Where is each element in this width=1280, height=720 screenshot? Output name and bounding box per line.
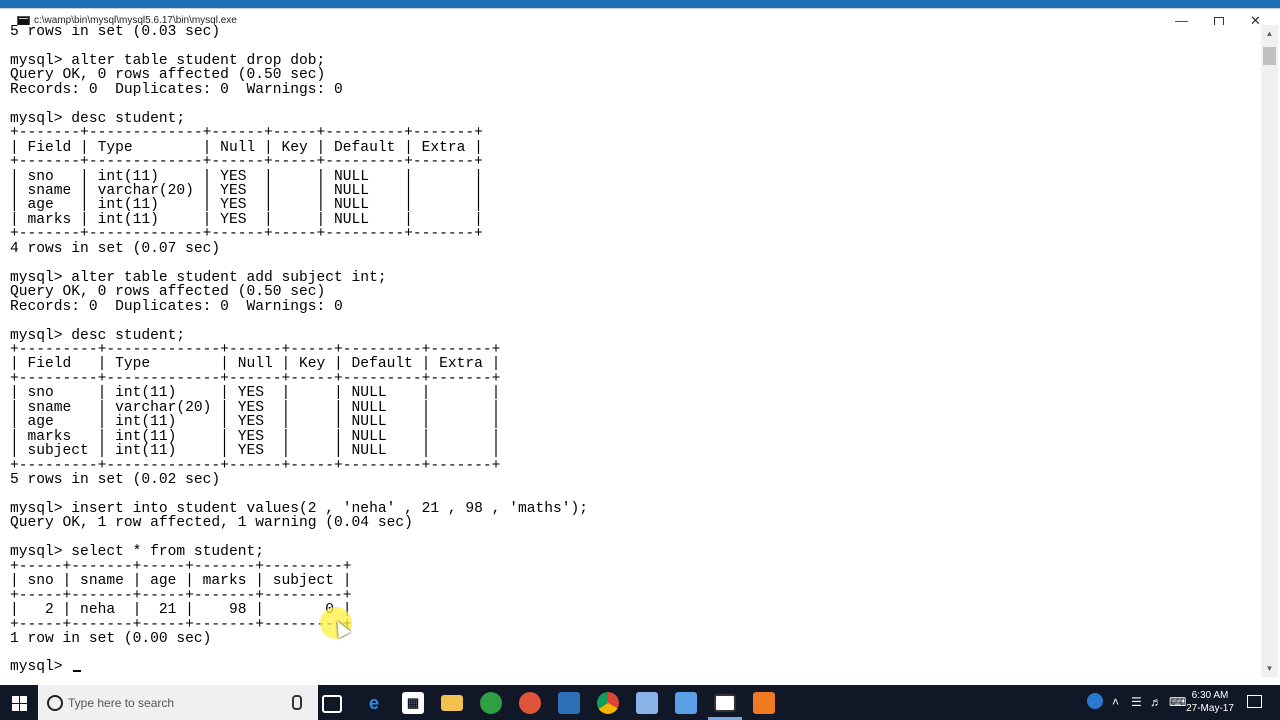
search-placeholder: Type here to search: [68, 696, 175, 710]
scroll-down-arrow-icon[interactable]: ▼: [1261, 660, 1278, 677]
vertical-scrollbar[interactable]: ▲ ▼: [1261, 25, 1278, 677]
system-clock[interactable]: 6:30 AM 27-May-17: [1186, 689, 1234, 715]
cortana-icon: [47, 695, 63, 711]
visual-studio-icon[interactable]: [558, 692, 580, 714]
edge-icon[interactable]: e: [363, 692, 385, 714]
file-explorer-icon[interactable]: [441, 695, 463, 711]
paint-icon[interactable]: [753, 692, 775, 714]
text-cursor: [73, 670, 82, 672]
app-icon[interactable]: [519, 692, 541, 714]
console-prompt[interactable]: mysql>: [10, 659, 82, 675]
taskbar-search[interactable]: Type here to search: [38, 685, 318, 720]
xbox-icon[interactable]: [480, 692, 502, 714]
pen-icon[interactable]: [675, 692, 697, 714]
volume-icon[interactable]: ♬: [1150, 695, 1162, 709]
clock-time: 6:30 AM: [1191, 690, 1229, 701]
chevron-up-icon[interactable]: ˄: [1112, 695, 1119, 709]
desktop-background: [0, 0, 1280, 8]
store-icon[interactable]: ▦: [402, 692, 424, 714]
windows-logo-icon: [12, 696, 19, 703]
box-icon[interactable]: [636, 692, 658, 714]
language-icon[interactable]: ⌨: [1169, 695, 1186, 709]
microphone-icon[interactable]: [292, 695, 302, 710]
scroll-up-arrow-icon[interactable]: ▲: [1261, 25, 1278, 42]
scroll-thumb[interactable]: [1263, 47, 1276, 65]
chrome-icon[interactable]: [597, 692, 619, 714]
action-center-icon[interactable]: [1247, 695, 1262, 708]
clock-date: 27-May-17: [1186, 703, 1234, 714]
task-view-icon[interactable]: [322, 695, 342, 713]
taskbar: Type here to search e ▦ ˄ ☰ ♬ ⌨ 6:30 AM …: [0, 685, 1280, 720]
network-icon[interactable]: ☰: [1131, 695, 1142, 709]
help-icon[interactable]: [1087, 693, 1103, 709]
prompt-text: mysql>: [10, 659, 72, 675]
console-icon[interactable]: [714, 694, 736, 712]
console-output[interactable]: 5 rows in set (0.03 sec) mysql> alter ta…: [10, 25, 1258, 677]
start-button[interactable]: [0, 685, 38, 720]
